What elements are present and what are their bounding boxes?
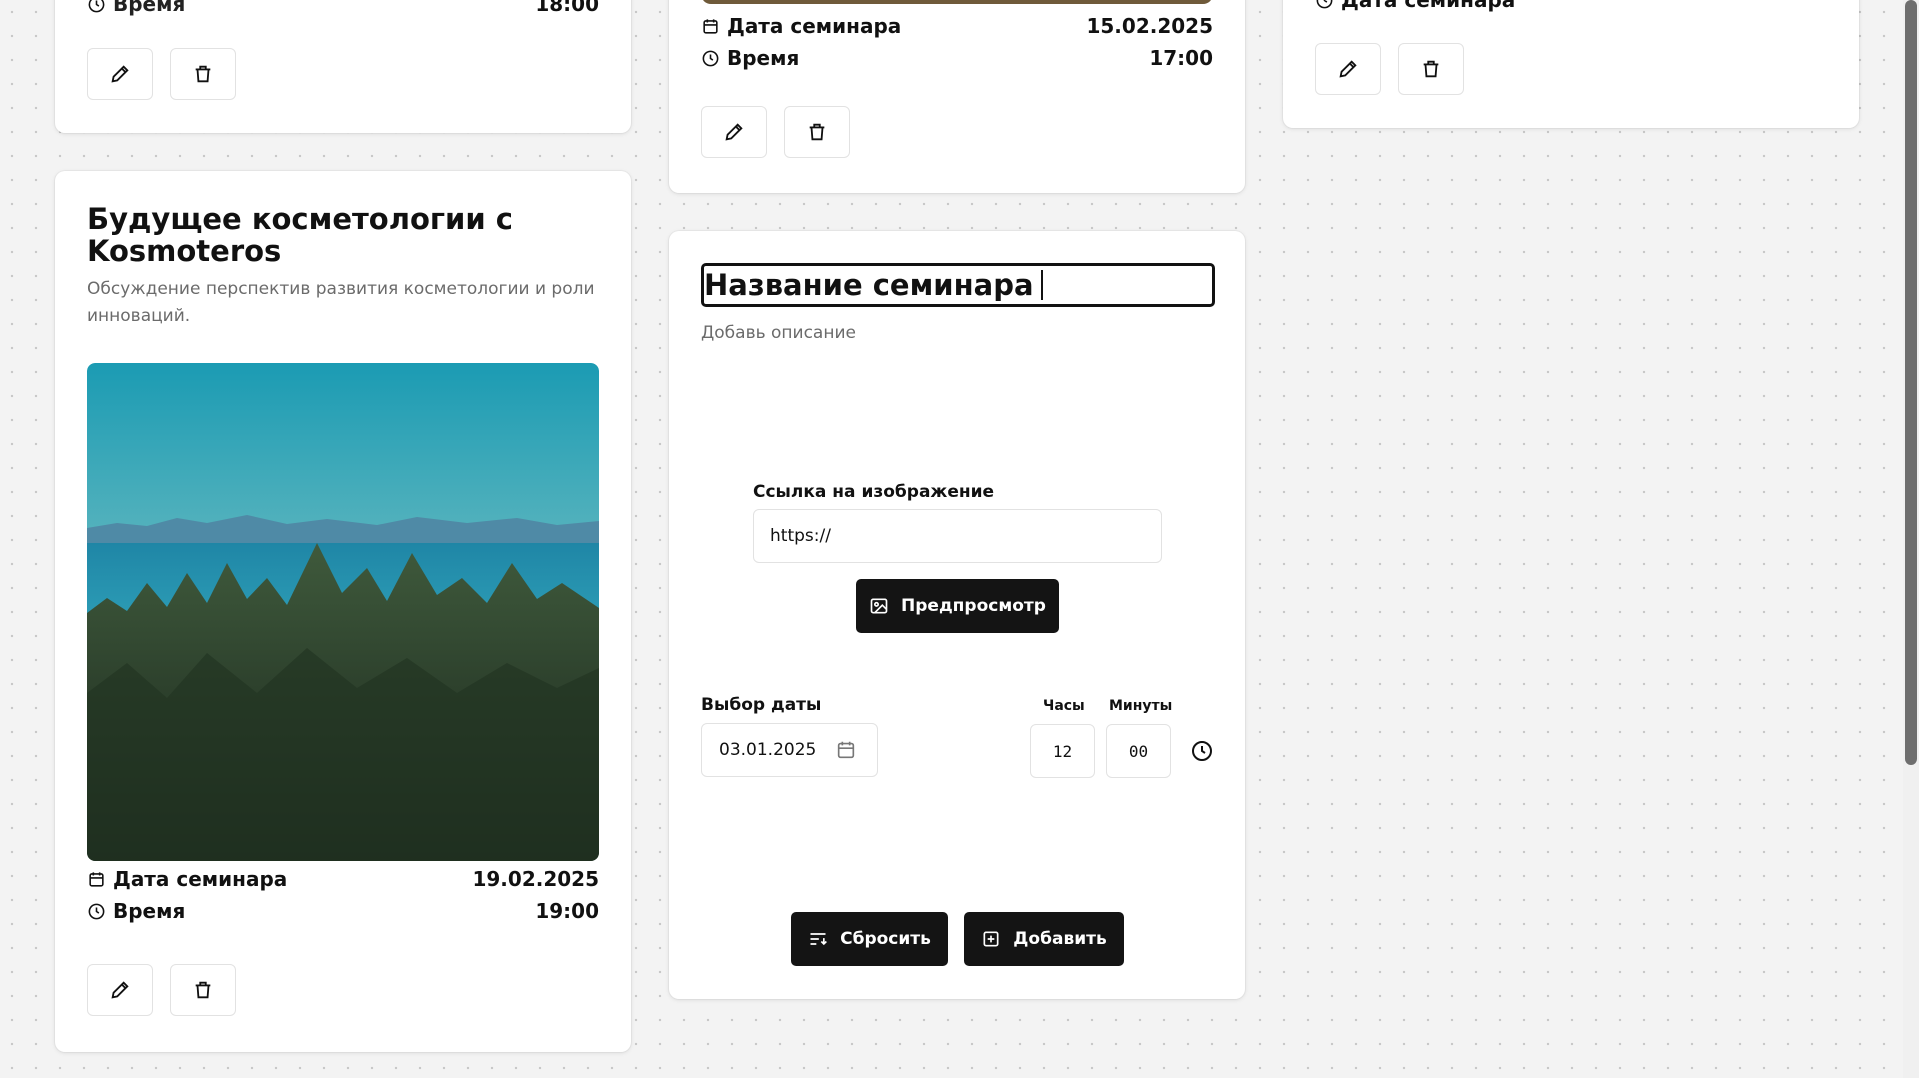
delete-button[interactable] bbox=[784, 106, 850, 158]
seminar-image-bottom bbox=[701, 0, 1213, 4]
seminar-card-top-middle: Дата семинара 15.02.2025 Время 17:00 bbox=[669, 0, 1245, 193]
add-button-label: Добавить bbox=[1013, 929, 1107, 949]
pencil-icon bbox=[111, 981, 129, 999]
edit-button[interactable] bbox=[1315, 43, 1381, 95]
seminar-card-top-right: Дата семинара bbox=[1283, 0, 1859, 128]
pencil-icon bbox=[111, 65, 129, 83]
plus-square-icon bbox=[983, 931, 999, 947]
time-value: 18:00 bbox=[535, 0, 599, 16]
delete-button[interactable] bbox=[170, 964, 236, 1016]
title-input[interactable]: Название семинара bbox=[701, 263, 1215, 307]
preview-button-label: Предпросмотр bbox=[901, 596, 1046, 616]
minutes-label: Минуты bbox=[1109, 698, 1173, 714]
clock-icon[interactable] bbox=[1190, 739, 1214, 763]
image-link-label: Ссылка на изображение bbox=[753, 482, 995, 502]
date-value: 19.02.2025 bbox=[472, 867, 599, 891]
reset-button-label: Сбросить bbox=[840, 929, 931, 949]
trash-icon bbox=[195, 65, 211, 83]
date-row: Дата семинара bbox=[1315, 0, 1515, 12]
image-icon bbox=[870, 598, 888, 614]
image-link-value: https:// bbox=[770, 526, 831, 546]
date-label: Дата семинара bbox=[727, 14, 902, 38]
seminar-description: Обсуждение перспектив развития косметоло… bbox=[87, 279, 595, 326]
trash-icon bbox=[195, 981, 211, 999]
date-row: Дата семинара bbox=[701, 14, 901, 38]
text-cursor bbox=[1040, 270, 1043, 300]
add-button[interactable]: Добавить bbox=[964, 912, 1124, 966]
clock-icon bbox=[88, 0, 105, 12]
calendar-icon[interactable] bbox=[835, 739, 857, 761]
date-label: Дата семинара bbox=[113, 867, 288, 891]
seminar-card: Будущее косметологии с Kosmoteros Обсужд… bbox=[55, 171, 631, 1052]
time-row: Время bbox=[87, 0, 185, 16]
date-row: Дата семинара bbox=[87, 867, 287, 891]
edit-button[interactable] bbox=[87, 964, 153, 1016]
date-picker-label: Выбор даты bbox=[701, 695, 822, 715]
time-value: 19:00 bbox=[535, 899, 599, 923]
scrollbar[interactable] bbox=[1903, 0, 1919, 1078]
seminar-title: Будущее косметологии с Kosmoteros bbox=[87, 202, 513, 268]
date-picker-value: 03.01.2025 bbox=[719, 740, 817, 760]
seminar-card-top-left: Время 18:00 bbox=[55, 0, 631, 133]
image-link-input[interactable]: https:// bbox=[753, 509, 1162, 563]
delete-button[interactable] bbox=[170, 48, 236, 100]
hours-value: 12 bbox=[1052, 741, 1073, 761]
clock-icon bbox=[1316, 0, 1333, 8]
clock-icon bbox=[88, 903, 105, 919]
edit-button[interactable] bbox=[87, 48, 153, 100]
hours-input[interactable]: 12 bbox=[1030, 724, 1095, 778]
reset-button[interactable]: Сбросить bbox=[791, 912, 948, 966]
hours-label: Часы bbox=[1043, 698, 1085, 714]
time-label: Время bbox=[113, 899, 186, 923]
pencil-icon bbox=[1339, 60, 1357, 78]
time-label: Время bbox=[727, 46, 800, 70]
reset-icon bbox=[810, 933, 828, 946]
minutes-value: 00 bbox=[1128, 741, 1149, 761]
new-seminar-form: Название семинара Добавь описание Ссылка… bbox=[669, 231, 1245, 999]
calendar-icon bbox=[703, 18, 718, 34]
delete-button[interactable] bbox=[1398, 43, 1464, 95]
trash-icon bbox=[809, 123, 825, 141]
pencil-icon bbox=[725, 123, 743, 141]
time-value: 17:00 bbox=[1149, 46, 1213, 70]
time-row: Время bbox=[87, 899, 185, 923]
preview-button[interactable]: Предпросмотр bbox=[856, 579, 1059, 633]
trash-icon bbox=[1423, 60, 1439, 78]
date-value: 15.02.2025 bbox=[1086, 14, 1213, 38]
date-label: Дата семинара bbox=[1341, 0, 1516, 12]
seminar-image bbox=[87, 363, 599, 861]
clock-icon bbox=[702, 50, 719, 66]
description-input[interactable]: Добавь описание bbox=[701, 323, 1213, 343]
minutes-input[interactable]: 00 bbox=[1106, 724, 1171, 778]
scrollbar-thumb[interactable] bbox=[1905, 0, 1917, 765]
time-row: Время bbox=[701, 46, 799, 70]
title-input-value: Название семинара bbox=[704, 268, 1034, 302]
calendar-icon bbox=[89, 871, 104, 887]
edit-button[interactable] bbox=[701, 106, 767, 158]
time-label: Время bbox=[113, 0, 186, 16]
date-picker-input[interactable]: 03.01.2025 bbox=[701, 723, 878, 777]
